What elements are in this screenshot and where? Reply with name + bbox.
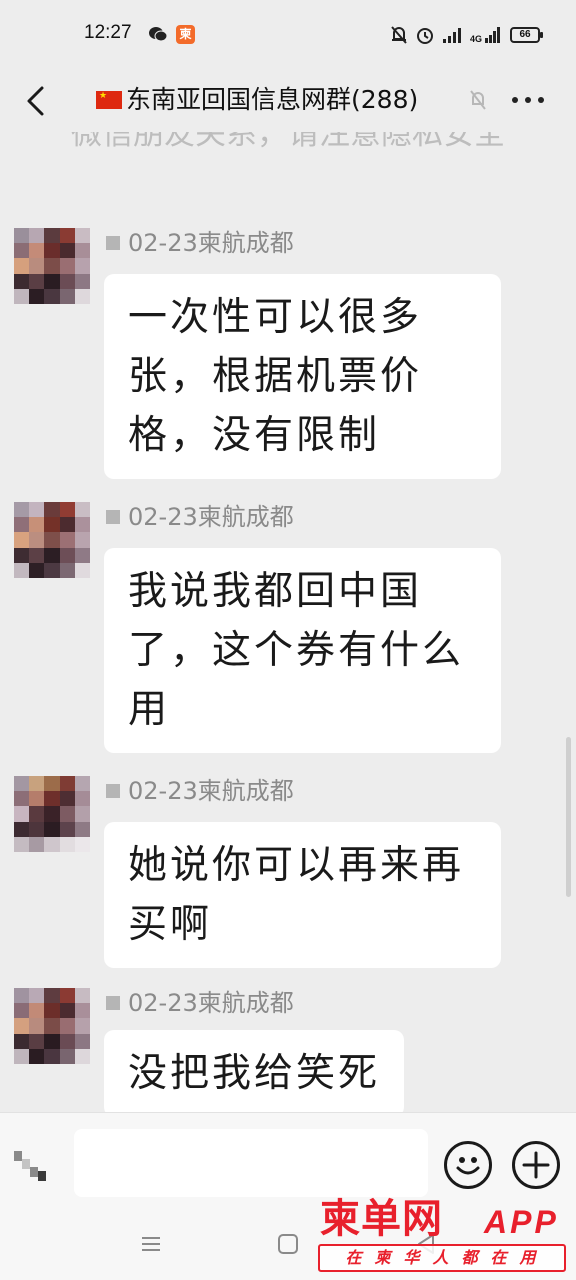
china-flag-icon [96, 91, 122, 109]
sender-name: 02-23柬航成都 [106, 988, 294, 1018]
avatar[interactable] [14, 988, 90, 1064]
scrollbar[interactable] [566, 737, 571, 897]
chat-header: 东南亚回国信息网群(288) [0, 70, 576, 132]
dot [538, 97, 544, 103]
more-dots-icon[interactable] [508, 92, 548, 108]
message-bubble[interactable]: 她说你可以再来再买啊 [104, 822, 501, 968]
plus-icon[interactable] [512, 1141, 560, 1189]
app-notification-icon: 柬 [176, 25, 195, 44]
home-icon[interactable] [278, 1234, 298, 1254]
mute-bell-icon [391, 26, 407, 44]
message-bubble[interactable]: 一次性可以很多张，根据机票价格，没有限制 [104, 274, 501, 479]
sender-name: 02-23柬航成都 [106, 228, 294, 258]
avatar[interactable] [14, 502, 90, 578]
back-chevron-icon[interactable] [18, 82, 54, 120]
sender-name: 02-23柬航成都 [106, 502, 294, 532]
sender-name: 02-23柬航成都 [106, 776, 294, 806]
alarm-icon [416, 28, 433, 44]
watermark-logo: 柬单网 [320, 1196, 443, 1242]
status-right-icons: 4G 66 [390, 24, 543, 46]
mute-icon [470, 90, 486, 110]
chat-message-list[interactable]: 微信朋友关系，请注意隐私安全 02-23柬航成都 一次性可以很多张，根据机票价格… [0, 132, 576, 1112]
signal-icon [442, 28, 461, 43]
menu-icon[interactable] [140, 1234, 162, 1254]
avatar[interactable] [14, 776, 90, 852]
chat-title[interactable]: 东南亚回国信息网群(288) [96, 84, 466, 116]
network-label: 4G [469, 34, 482, 44]
status-time: 12:27 [84, 22, 132, 43]
status-bar: 12:27 柬 4G 66 [0, 0, 576, 70]
voice-icon[interactable] [10, 1145, 60, 1185]
watermark-slogan: 在柬华人都在用 [318, 1244, 566, 1272]
emoji-icon[interactable] [444, 1141, 492, 1189]
watermark-app: APP [484, 1204, 559, 1240]
message-bubble[interactable]: 我说我都回中国了，这个券有什么用 [104, 548, 501, 753]
message-input[interactable] [74, 1129, 428, 1197]
watermark: 柬单网 APP 在柬华人都在用 [316, 1196, 572, 1276]
chat-title-text: 东南亚回国信息网群(288) [126, 85, 419, 114]
wechat-icon [149, 27, 168, 42]
4g-signal-icon: 4G [470, 26, 502, 44]
message-bubble[interactable]: 没把我给笑死 [104, 1030, 405, 1112]
avatar[interactable] [14, 228, 90, 304]
dot [512, 97, 518, 103]
battery-icon: 66 [510, 27, 543, 43]
dot [525, 97, 531, 103]
system-notice: 微信朋友关系，请注意隐私安全 [71, 132, 505, 152]
